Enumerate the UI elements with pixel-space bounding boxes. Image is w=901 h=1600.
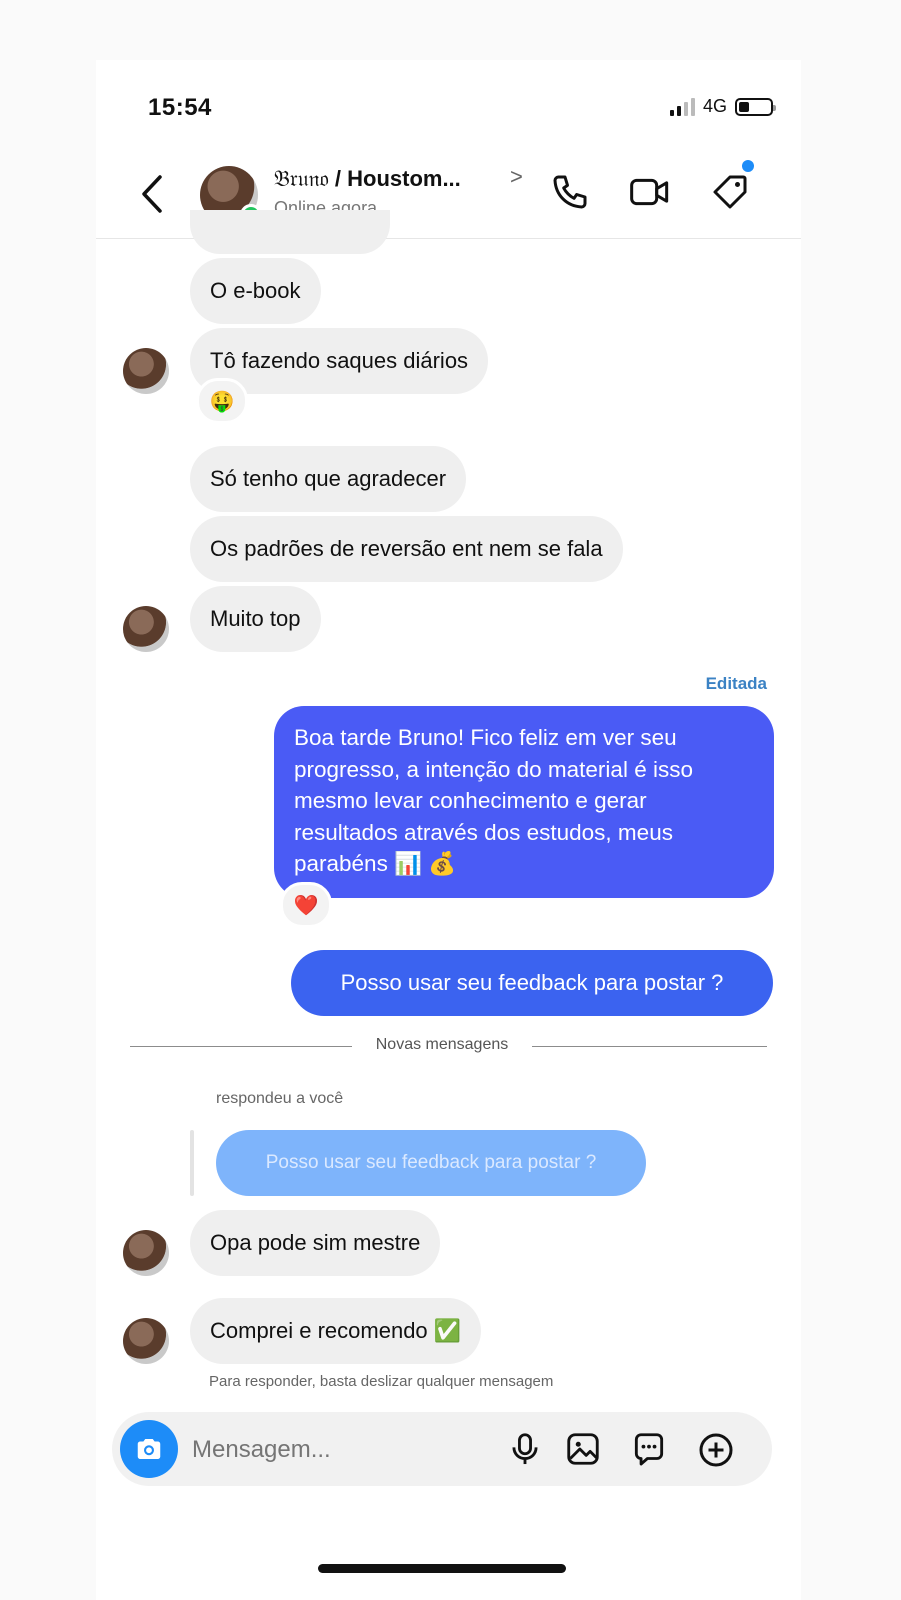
- battery-icon: [735, 97, 776, 116]
- message-bubble[interactable]: O e-book: [190, 258, 321, 324]
- quoted-message[interactable]: Posso usar seu feedback para postar ?: [216, 1130, 646, 1196]
- heart-reaction[interactable]: ❤️: [280, 882, 332, 928]
- outgoing-message-bubble[interactable]: Boa tarde Bruno! Fico feliz em ver seu p…: [274, 706, 774, 898]
- sender-avatar[interactable]: [123, 1318, 169, 1364]
- replied-label: respondeu a você: [216, 1090, 344, 1107]
- microphone-icon[interactable]: [506, 1430, 544, 1468]
- gallery-icon[interactable]: [564, 1430, 602, 1468]
- quote-bar: [190, 1130, 194, 1196]
- message-bubble-partial: [190, 210, 390, 254]
- new-messages-label: Novas mensagens: [352, 1036, 532, 1054]
- video-icon[interactable]: [628, 172, 672, 212]
- contact-name[interactable]: 𝔅𝔯𝔲𝔫𝔬 / Houstom...: [274, 166, 461, 192]
- home-indicator[interactable]: [318, 1564, 566, 1573]
- phone-icon[interactable]: [550, 172, 590, 212]
- tag-icon[interactable]: [710, 172, 750, 212]
- camera-icon: [137, 1439, 161, 1459]
- status-time: 15:54: [148, 94, 212, 121]
- message-composer: [112, 1412, 772, 1486]
- swipe-hint: Para responder, basta deslizar qualquer …: [209, 1373, 554, 1390]
- back-chevron-icon[interactable]: [140, 174, 164, 214]
- contact-name-styled: 𝔅𝔯𝔲𝔫𝔬: [274, 167, 329, 192]
- message-bubble[interactable]: Os padrões de reversão ent nem se fala: [190, 516, 623, 582]
- emoji-reaction[interactable]: 🤑: [196, 378, 248, 424]
- contact-name-rest: / Houstom...: [328, 166, 461, 191]
- edited-label: Editada: [705, 674, 767, 693]
- message-bubble[interactable]: Só tenho que agradecer: [190, 446, 467, 512]
- chevron-right-icon: >: [510, 164, 523, 189]
- phone-screen: 15:54 4G 𝔅𝔯𝔲𝔫𝔬 / Houstom... > Online ago…: [96, 60, 801, 1600]
- message-bubble[interactable]: Opa pode sim mestre: [190, 1210, 441, 1276]
- sender-avatar[interactable]: [123, 606, 169, 652]
- message-input[interactable]: [190, 1428, 494, 1472]
- status-indicators: 4G: [669, 96, 776, 117]
- sender-avatar[interactable]: [123, 1230, 169, 1276]
- network-label: 4G: [702, 96, 727, 116]
- signal-icon: [669, 97, 695, 116]
- message-bubble[interactable]: Comprei e recomendo ✅: [190, 1298, 482, 1364]
- sticker-icon[interactable]: [630, 1430, 668, 1468]
- sender-avatar[interactable]: [123, 348, 169, 394]
- notification-dot: [742, 160, 754, 172]
- camera-button[interactable]: [120, 1420, 178, 1478]
- outgoing-message-bubble[interactable]: Posso usar seu feedback para postar ?: [291, 950, 773, 1016]
- message-bubble[interactable]: Muito top: [190, 586, 321, 652]
- plus-icon[interactable]: [696, 1430, 736, 1470]
